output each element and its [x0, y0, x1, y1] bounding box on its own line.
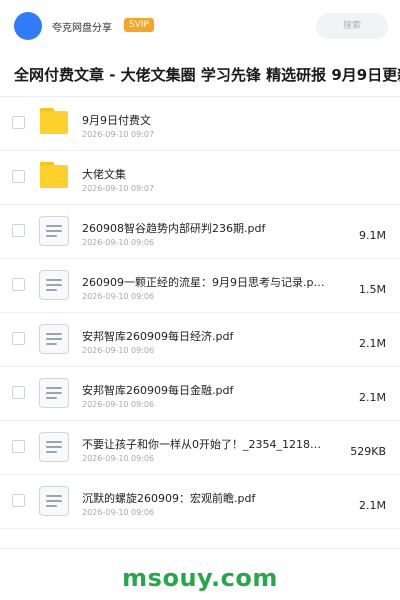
document-icon [39, 486, 69, 516]
file-name[interactable]: 大佬文集 [82, 166, 332, 182]
document-icon [39, 324, 69, 354]
file-size: 529KB [350, 445, 386, 458]
file-row[interactable]: 260908智谷趋势内部研判236期.pdf 2026-09-10 09:06 9.… [0, 205, 400, 259]
file-row[interactable]: 260909一颗正经的流星：9月9日思考与记录.p… 2026-09-10 09:… [0, 259, 400, 313]
top-bar: 夸克网盘分享 SVIP 搜索 [0, 0, 400, 52]
file-date: 2026-09-10 09:06 [82, 454, 155, 463]
file-name[interactable]: 260908智谷趋势内部研判236期.pdf [82, 220, 332, 236]
file-name[interactable]: 安邦智库260909每日经济.pdf [82, 328, 332, 344]
file-size: 1.5M [359, 283, 386, 296]
file-date: 2026-09-10 09:06 [82, 508, 155, 517]
file-name[interactable]: 不要让孩子和你一样从0开始了！_2354_1218… [82, 436, 332, 452]
file-size: 2.1M [359, 337, 386, 350]
file-date: 2026-09-10 09:06 [82, 346, 155, 355]
file-name[interactable]: 沉默的螺旋260909：宏观前瞻.pdf [82, 490, 332, 506]
search-input[interactable]: 搜索 [316, 13, 388, 39]
file-date: 2026-09-10 09:06 [82, 400, 155, 409]
document-icon [39, 378, 69, 408]
file-row[interactable]: 安邦智库260909每日经济.pdf 2026-09-10 09:06 2.1M [0, 313, 400, 367]
file-name[interactable]: 9月9日付费文 [82, 112, 332, 128]
file-name[interactable]: 安邦智库260909每日金融.pdf [82, 382, 332, 398]
file-size: 2.1M [359, 499, 386, 512]
select-checkbox[interactable] [12, 170, 25, 183]
file-date: 2026-09-10 09:06 [82, 238, 155, 247]
watermark: msouy.com [122, 564, 278, 592]
username: 夸克网盘分享 [52, 23, 112, 34]
select-checkbox[interactable] [12, 494, 25, 507]
folder-icon [39, 108, 69, 138]
file-row[interactable]: 沉默的螺旋260909：宏观前瞻.pdf 2026-09-10 09:06 2.1M [0, 475, 400, 529]
file-date: 2026-09-10 09:07 [82, 184, 155, 193]
file-row[interactable]: 9月9日付费文 2026-09-10 09:07 [0, 97, 400, 151]
select-checkbox[interactable] [12, 386, 25, 399]
select-checkbox[interactable] [12, 278, 25, 291]
file-date: 2026-09-10 09:07 [82, 130, 155, 139]
select-checkbox[interactable] [12, 224, 25, 237]
document-icon [39, 216, 69, 246]
divider [0, 548, 400, 549]
file-date: 2026-09-10 09:06 [82, 292, 155, 301]
file-row[interactable]: 安邦智库260909每日金融.pdf 2026-09-10 09:06 2.1M [0, 367, 400, 421]
select-checkbox[interactable] [12, 332, 25, 345]
document-icon [39, 432, 69, 462]
file-name[interactable]: 260909一颗正经的流星：9月9日思考与记录.p… [82, 274, 332, 290]
avatar[interactable] [14, 12, 42, 40]
svip-badge: SVIP [124, 18, 154, 32]
select-checkbox[interactable] [12, 440, 25, 453]
file-row[interactable]: 不要让孩子和你一样从0开始了！_2354_1218… 2026-09-10 09:… [0, 421, 400, 475]
file-size: 2.1M [359, 391, 386, 404]
file-list: 9月9日付费文 2026-09-10 09:07 大佬文集 2026-09-10 09… [0, 97, 400, 529]
file-size: 9.1M [359, 229, 386, 242]
select-checkbox[interactable] [12, 116, 25, 129]
folder-icon [39, 162, 69, 192]
document-icon [39, 270, 69, 300]
file-row[interactable]: 大佬文集 2026-09-10 09:07 [0, 151, 400, 205]
page-title: 全网付费文章 - 大佬文集圈 学习先锋 精选研报 9月9日更新 [14, 66, 400, 84]
